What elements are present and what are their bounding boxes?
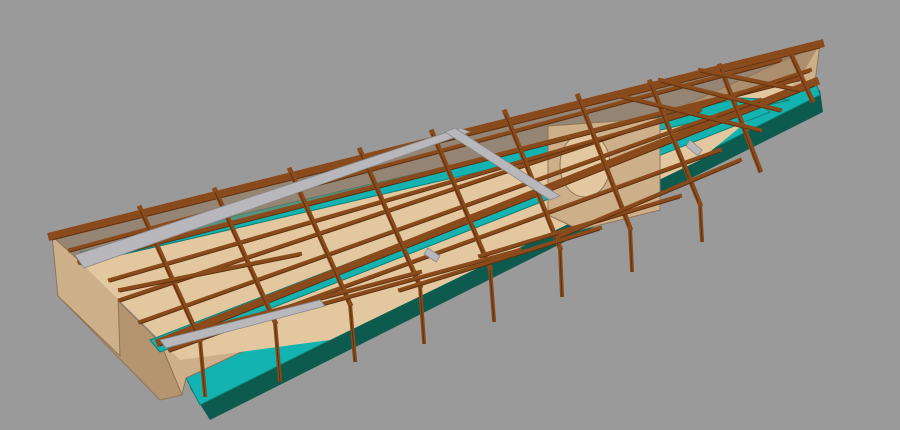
boat-hull-render	[0, 0, 900, 430]
render-viewport	[0, 0, 900, 430]
